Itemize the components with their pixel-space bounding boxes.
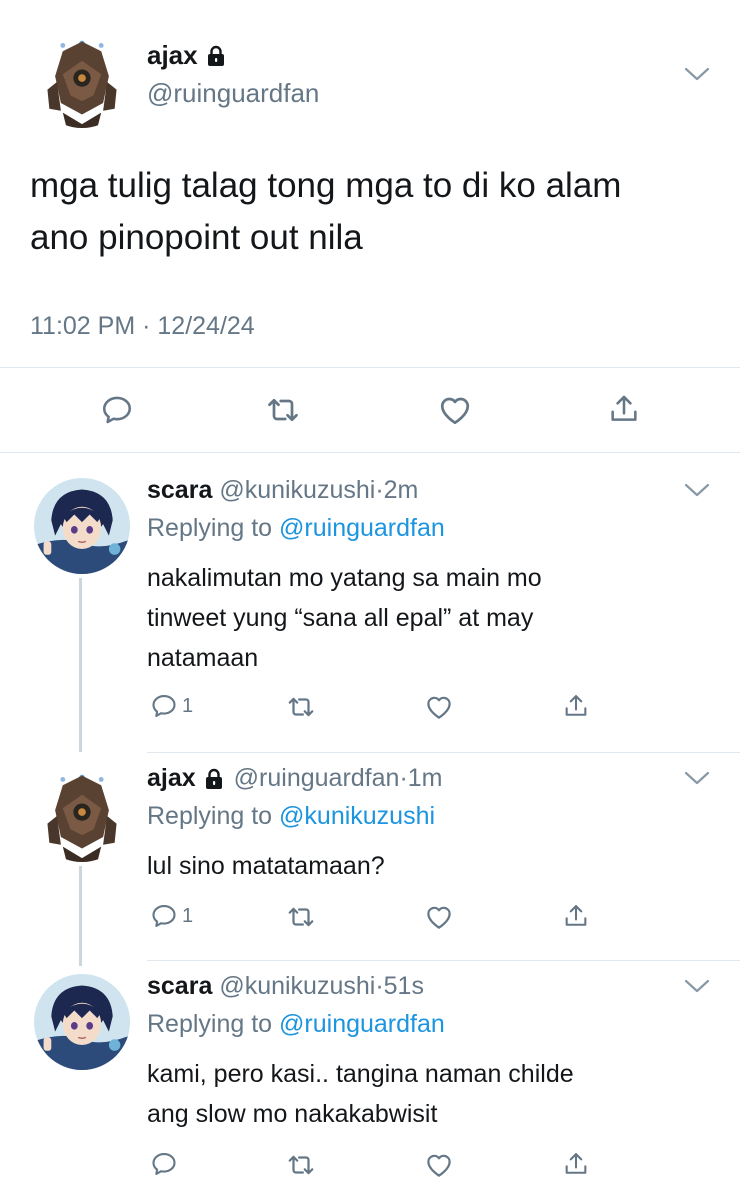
retweet-icon[interactable]	[286, 902, 316, 932]
share-icon[interactable]	[562, 902, 590, 930]
avatar[interactable]	[34, 766, 130, 862]
like-icon[interactable]	[424, 1150, 454, 1180]
avatar[interactable]	[34, 974, 130, 1070]
separator-dot: ·	[375, 972, 384, 1000]
retweet-icon[interactable]	[265, 392, 301, 428]
lock-icon	[206, 45, 226, 67]
share-icon[interactable]	[562, 692, 590, 720]
user-handle[interactable]: @kunikuzushi	[219, 972, 375, 1000]
reply-icon	[150, 902, 178, 930]
avatar[interactable]	[34, 478, 130, 574]
chevron-down-icon[interactable]	[682, 480, 712, 500]
reply-button[interactable]: 1	[150, 692, 193, 720]
display-name[interactable]: scara	[147, 476, 212, 504]
divider	[147, 752, 740, 753]
chevron-down-icon[interactable]	[682, 64, 712, 84]
display-name[interactable]: scara	[147, 972, 212, 1000]
replying-to: Replying to @kunikuzushi	[147, 802, 436, 830]
retweet-icon[interactable]	[286, 692, 316, 722]
reply-icon[interactable]	[100, 393, 134, 427]
share-icon[interactable]	[562, 1150, 590, 1178]
reply-count: 1	[182, 904, 194, 927]
tweet-text: lul sino matatamaan?	[147, 852, 385, 880]
separator-dot: ·	[375, 476, 384, 504]
reply-icon	[150, 692, 178, 720]
divider	[0, 367, 740, 368]
like-icon[interactable]	[424, 902, 454, 932]
share-icon[interactable]	[607, 392, 641, 426]
divider	[0, 452, 740, 453]
reply-count: 1	[182, 694, 194, 717]
reply-button[interactable]: 1	[150, 902, 193, 930]
mention-link[interactable]: @kunikuzushi	[279, 802, 435, 830]
lock-icon	[204, 768, 224, 790]
like-icon[interactable]	[424, 692, 454, 722]
reply-icon	[150, 1150, 178, 1178]
avatar[interactable]	[34, 32, 130, 128]
thread-line	[79, 578, 82, 752]
thread-line	[79, 866, 82, 966]
user-handle[interactable]: @ruinguardfan	[234, 764, 400, 793]
user-handle[interactable]: @ruinguardfan	[147, 78, 319, 109]
divider	[147, 960, 740, 961]
tweet-timestamp: 11:02 PM · 12/24/24	[30, 312, 255, 340]
retweet-icon[interactable]	[286, 1150, 316, 1180]
tweet-text: nakalimutan mo yatang sa main mo tinweet…	[147, 564, 542, 672]
tweet-age: 2m	[383, 476, 419, 504]
display-name[interactable]: ajax	[147, 764, 196, 793]
reply-button[interactable]	[150, 1150, 182, 1178]
tweet-age: 1m	[407, 764, 443, 792]
mention-link[interactable]: @ruinguardfan	[279, 1010, 445, 1038]
tweet-text: mga tulig talag tong mga to di ko alam a…	[30, 166, 622, 257]
chevron-down-icon[interactable]	[682, 768, 712, 788]
mention-link[interactable]: @ruinguardfan	[279, 514, 445, 542]
replying-to: Replying to @ruinguardfan	[147, 1010, 445, 1038]
display-name[interactable]: ajax	[147, 40, 198, 71]
chevron-down-icon[interactable]	[682, 976, 712, 996]
like-icon[interactable]	[437, 392, 473, 428]
replying-to: Replying to @ruinguardfan	[147, 514, 445, 542]
tweet-text: kami, pero kasi.. tangina naman childe a…	[147, 1060, 574, 1128]
tweet-age: 51s	[383, 972, 424, 1000]
user-handle[interactable]: @kunikuzushi	[219, 476, 375, 504]
separator-dot: ·	[399, 764, 408, 792]
